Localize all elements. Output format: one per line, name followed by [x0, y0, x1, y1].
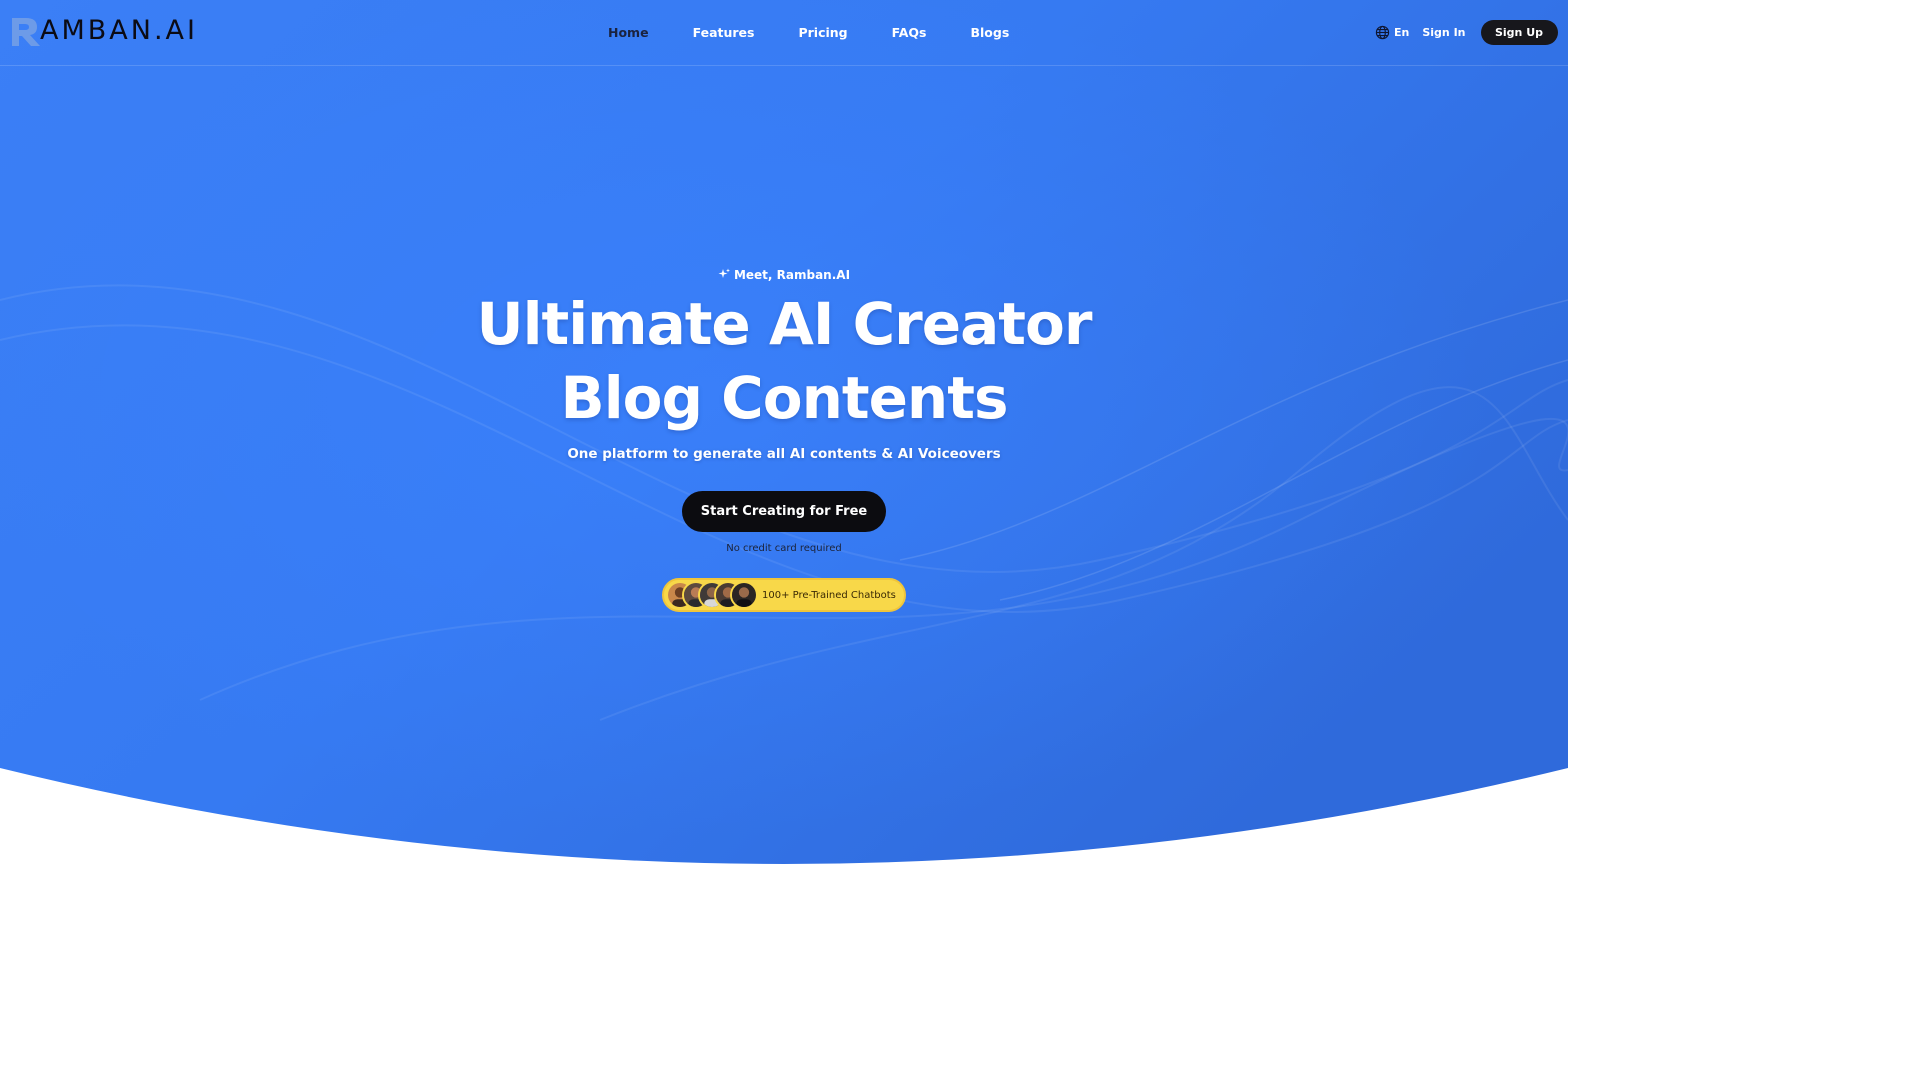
- language-selector[interactable]: En: [1375, 25, 1409, 40]
- avatar-stack: [666, 580, 762, 610]
- main-nav: Home Features Pricing FAQs Blogs: [586, 22, 1031, 44]
- ramban-logo-mark-icon: [12, 18, 40, 46]
- no-credit-card-note: No credit card required: [726, 543, 842, 554]
- sparkle-icon: [718, 268, 730, 278]
- logo-text: AMBAN.AI: [40, 15, 198, 46]
- hero-subtitle: One platform to generate all AI contents…: [567, 446, 1001, 462]
- header-actions: En Sign In Sign Up: [1375, 20, 1558, 45]
- nav-item-pricing[interactable]: Pricing: [776, 22, 869, 44]
- globe-icon: [1375, 25, 1390, 40]
- hero-title-line-1: Ultimate AI Creator: [476, 290, 1093, 358]
- nav-item-blogs[interactable]: Blogs: [948, 22, 1031, 44]
- nav-item-home[interactable]: Home: [586, 22, 671, 44]
- start-creating-button[interactable]: Start Creating for Free: [682, 491, 886, 532]
- eyebrow-text: Meet, Ramban.AI: [733, 268, 851, 282]
- nav-item-features[interactable]: Features: [671, 22, 777, 44]
- hero-title-line-2: Blog Contents: [560, 364, 1009, 432]
- chatbots-badge[interactable]: 100+ Pre-Trained Chatbots: [662, 578, 906, 612]
- nav-item-faqs[interactable]: FAQs: [870, 22, 949, 44]
- hero-eyebrow: Meet, Ramban.AI: [0, 267, 1568, 283]
- sign-in-link[interactable]: Sign In: [1422, 26, 1465, 39]
- hero-background: [0, 0, 1568, 882]
- badge-text: 100+ Pre-Trained Chatbots: [762, 589, 896, 601]
- sign-up-button[interactable]: Sign Up: [1480, 20, 1558, 45]
- language-label: En: [1394, 26, 1410, 39]
- avatar: [730, 581, 758, 609]
- hero-section: AMBAN.AI Home Features Pricing FAQs Blog…: [0, 0, 1568, 882]
- site-header: AMBAN.AI Home Features Pricing FAQs Blog…: [0, 0, 1568, 66]
- brand-logo[interactable]: AMBAN.AI: [10, 14, 198, 48]
